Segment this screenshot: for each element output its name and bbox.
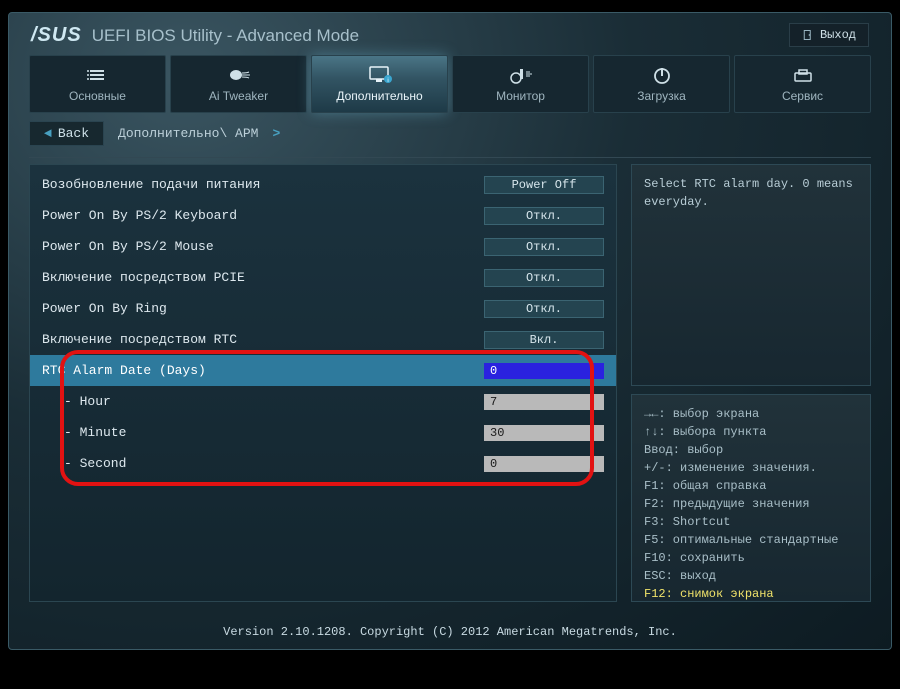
- tab-tweaker[interactable]: Ai Tweaker: [170, 55, 307, 113]
- tab-label: Загрузка: [637, 89, 686, 103]
- legend-line: F10: сохранить: [644, 549, 858, 567]
- setting-input[interactable]: 7: [484, 394, 604, 410]
- tab-label: Сервис: [782, 89, 823, 103]
- setting-row[interactable]: - Hour7: [30, 386, 616, 417]
- setting-dropdown[interactable]: Откл.: [484, 207, 604, 225]
- setting-label: Включение посредством PCIE: [42, 270, 484, 285]
- setting-row[interactable]: - Minute30: [30, 417, 616, 448]
- setting-row[interactable]: Power On By PS/2 MouseОткл.: [30, 231, 616, 262]
- setting-row[interactable]: Power On By RingОткл.: [30, 293, 616, 324]
- tab-advanced[interactable]: i Дополнительно: [311, 55, 448, 113]
- tab-label: Дополнительно: [336, 89, 422, 103]
- setting-label: - Second: [42, 456, 484, 471]
- tab-tool[interactable]: Сервис: [734, 55, 871, 113]
- legend-line: →←: выбор экрана: [644, 405, 858, 423]
- advanced-icon: i: [367, 65, 393, 85]
- bios-title: UEFI BIOS Utility - Advanced Mode: [92, 26, 359, 46]
- legend-line: +/-: изменение значения.: [644, 459, 858, 477]
- tab-monitor[interactable]: Монитор: [452, 55, 589, 113]
- legend-line: F3: Shortcut: [644, 513, 858, 531]
- tab-label: Монитор: [496, 89, 545, 103]
- setting-row[interactable]: Возобновление подачи питанияPower Off: [30, 169, 616, 200]
- tab-label: Ai Tweaker: [209, 89, 268, 103]
- exit-label: Выход: [820, 28, 856, 42]
- legend-line: F12: снимок экрана: [644, 585, 858, 603]
- tweaker-icon: [227, 65, 251, 85]
- chevron-left-icon: ◄: [44, 126, 52, 141]
- breadcrumb-path: Дополнительно\ APM: [118, 126, 258, 141]
- setting-dropdown[interactable]: Вкл.: [484, 331, 604, 349]
- tab-bar: Основные Ai Tweaker i Дополнительно Монитор З…: [9, 55, 891, 113]
- setting-row[interactable]: Включение посредством RTCВкл.: [30, 324, 616, 355]
- setting-dropdown[interactable]: Откл.: [484, 300, 604, 318]
- legend-line: Ввод: выбор: [644, 441, 858, 459]
- tool-icon: [791, 65, 815, 85]
- setting-input[interactable]: 0: [484, 363, 604, 379]
- back-button[interactable]: ◄ Back: [29, 121, 104, 146]
- setting-row[interactable]: Включение посредством PCIEОткл.: [30, 262, 616, 293]
- setting-label: - Hour: [42, 394, 484, 409]
- tab-boot[interactable]: Загрузка: [593, 55, 730, 113]
- setting-label: Power On By PS/2 Mouse: [42, 239, 484, 254]
- svg-text:i: i: [387, 78, 388, 84]
- legend-line: F2: предыдущие значения: [644, 495, 858, 513]
- setting-label: RTC Alarm Date (Days): [42, 363, 484, 378]
- brand-logo: /SUS: [31, 24, 82, 47]
- footer-text: Version 2.10.1208. Copyright (C) 2012 Am…: [9, 625, 891, 639]
- exit-button[interactable]: Выход: [789, 23, 869, 47]
- help-panel: Select RTC alarm day. 0 means everyday.: [631, 164, 871, 386]
- back-label: Back: [58, 126, 89, 141]
- monitor-icon: [509, 65, 533, 85]
- key-legend: →←: выбор экрана↑↓: выбора пунктаВвод: в…: [631, 394, 871, 602]
- tab-main[interactable]: Основные: [29, 55, 166, 113]
- setting-label: Power On By PS/2 Keyboard: [42, 208, 484, 223]
- help-text: Select RTC alarm day. 0 means everyday.: [644, 177, 853, 209]
- setting-input[interactable]: 30: [484, 425, 604, 441]
- setting-row[interactable]: RTC Alarm Date (Days)0: [30, 355, 616, 386]
- bios-window: /SUS UEFI BIOS Utility - Advanced Mode В…: [8, 12, 892, 650]
- legend-line: F5: оптимальные стандартные: [644, 531, 858, 549]
- setting-label: Возобновление подачи питания: [42, 177, 484, 192]
- setting-label: - Minute: [42, 425, 484, 440]
- chevron-right-icon: >: [272, 126, 280, 141]
- setting-dropdown[interactable]: Откл.: [484, 269, 604, 287]
- setting-dropdown[interactable]: Откл.: [484, 238, 604, 256]
- legend-line: ↑↓: выбора пункта: [644, 423, 858, 441]
- setting-input[interactable]: 0: [484, 456, 604, 472]
- legend-line: F1: общая справка: [644, 477, 858, 495]
- setting-dropdown[interactable]: Power Off: [484, 176, 604, 194]
- breadcrumb-bar: ◄ Back Дополнительно\ APM >: [29, 121, 871, 146]
- setting-label: Power On By Ring: [42, 301, 484, 316]
- boot-icon: [651, 65, 673, 85]
- setting-row[interactable]: - Second0: [30, 448, 616, 479]
- topbar: /SUS UEFI BIOS Utility - Advanced Mode В…: [9, 13, 891, 55]
- tab-label: Основные: [69, 89, 126, 103]
- setting-label: Включение посредством RTC: [42, 332, 484, 347]
- door-icon: [802, 29, 814, 41]
- legend-line: ESC: выход: [644, 567, 858, 585]
- setting-row[interactable]: Power On By PS/2 KeyboardОткл.: [30, 200, 616, 231]
- settings-panel: Возобновление подачи питанияPower OffPow…: [29, 164, 617, 602]
- main-icon: [87, 65, 109, 85]
